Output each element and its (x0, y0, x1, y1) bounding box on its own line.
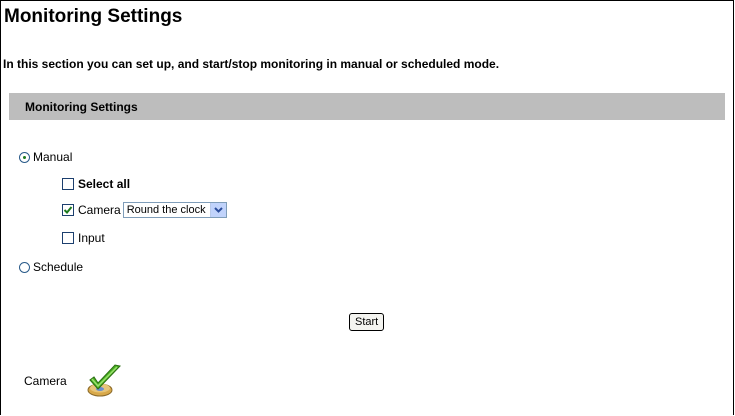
schedule-radio[interactable] (19, 261, 30, 273)
page-title: Monitoring Settings (4, 6, 183, 27)
chevron-down-icon[interactable] (209, 203, 226, 217)
schedule-label: Schedule (33, 260, 84, 274)
camera-checkbox[interactable] (62, 204, 74, 216)
schedule-option[interactable]: Schedule (19, 260, 83, 274)
select-all-label: Select all (78, 177, 131, 191)
input-checkbox[interactable] (62, 232, 74, 244)
section-header-title: Monitoring Settings (25, 100, 138, 114)
input-label: Input (78, 231, 105, 245)
page-intro: In this section you can set up, and star… (3, 57, 500, 71)
camera-schedule-value: Round the clock (126, 204, 206, 216)
camera-option[interactable]: Camera Round the clock (62, 202, 227, 218)
camera-schedule-select[interactable]: Round the clock (122, 202, 227, 218)
camera-option-label: Camera (78, 203, 121, 217)
checkmark-icon (63, 206, 73, 214)
manual-radio[interactable] (19, 151, 30, 163)
camera-ok-check-icon (84, 362, 124, 403)
select-all-checkbox[interactable] (62, 178, 74, 190)
input-option[interactable]: Input (62, 231, 105, 245)
section-header: Monitoring Settings (9, 93, 725, 120)
start-button[interactable]: Start (349, 313, 385, 331)
select-all-option[interactable]: Select all (62, 177, 130, 191)
camera-status-label: Camera (24, 374, 67, 388)
manual-option[interactable]: Manual (19, 150, 72, 164)
manual-label: Manual (33, 150, 73, 164)
